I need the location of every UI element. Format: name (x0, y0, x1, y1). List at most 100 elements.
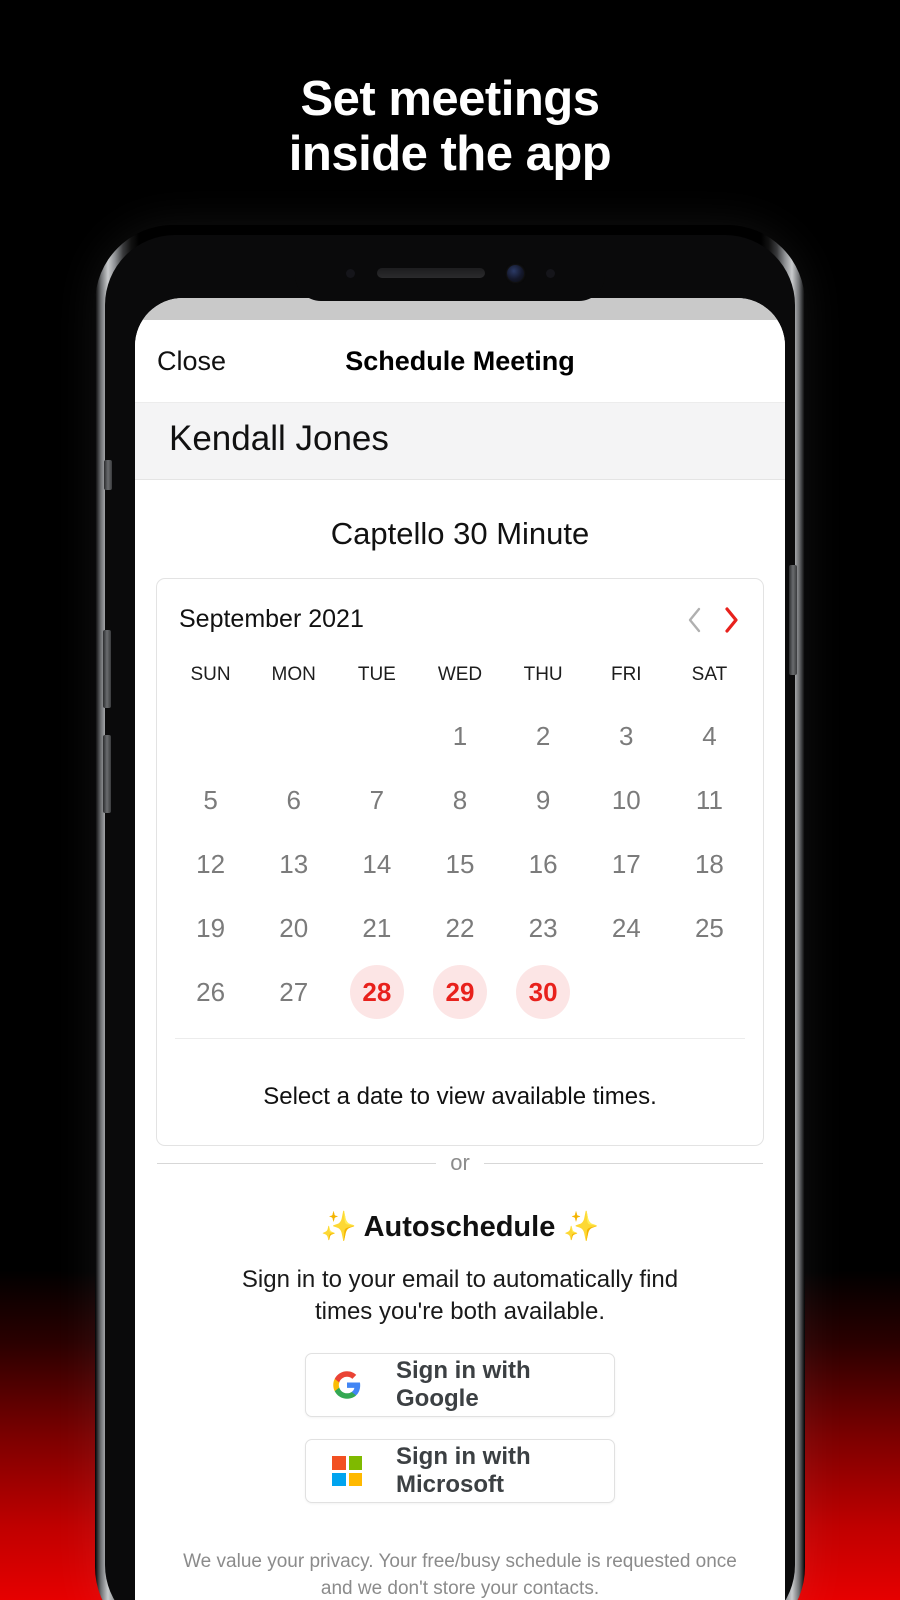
chevron-right-icon[interactable] (724, 606, 739, 633)
calendar-day-number: 4 (702, 720, 717, 751)
autoschedule-description: Sign in to your email to automatically f… (135, 1264, 785, 1327)
privacy-notice: We value your privacy. Your free/busy sc… (135, 1525, 785, 1600)
calendar-nav-controls (687, 606, 739, 633)
calendar-day-number: 29 (432, 965, 487, 1019)
autoschedule-description-line-1: Sign in to your email to automatically f… (241, 1266, 679, 1293)
calendar-day-number: 24 (611, 912, 641, 943)
calendar-day-blank (252, 704, 335, 768)
privacy-notice-line-1: We value your privacy. Your free/busy sc… (183, 1551, 737, 1573)
calendar-day-disabled: 20 (252, 896, 335, 960)
calendar-day-disabled: 17 (585, 832, 668, 896)
calendar-card: September 2021 SUN MON TUE WED THU FRI SAT 1 2 3 4… (156, 578, 764, 1146)
or-divider-line-right (483, 1162, 763, 1164)
calendar-day-disabled: 3 (585, 704, 668, 768)
chevron-left-icon[interactable] (687, 607, 702, 633)
calendar-day-blank (169, 704, 252, 768)
calendar-day-number: 21 (362, 912, 392, 943)
weekday-header: TUE (357, 664, 396, 685)
event-title: Captello 30 Minute (330, 516, 590, 551)
calendar-day-number: 18 (694, 848, 724, 879)
calendar-day-number: 20 (279, 912, 309, 943)
or-divider: or (135, 1150, 785, 1176)
phone-notch (295, 245, 605, 301)
calendar-day-disabled: 6 (252, 768, 335, 832)
autoschedule-title: ✨ Autoschedule ✨ (320, 1211, 600, 1243)
attendee-name: Kendall Jones (169, 419, 389, 458)
calendar-day-disabled: 7 (335, 768, 418, 832)
calendar-day-number: 9 (535, 784, 551, 815)
calendar-header: September 2021 (157, 605, 763, 634)
calendar-day-number: 30 (516, 965, 571, 1019)
calendar-day-disabled: 15 (418, 832, 501, 896)
calendar-day-available[interactable]: 30 (502, 960, 585, 1024)
calendar-day-disabled: 18 (668, 832, 751, 896)
calendar-day-disabled: 2 (502, 704, 585, 768)
close-button[interactable]: Close (157, 346, 226, 377)
calendar-day-number: 17 (611, 848, 641, 879)
weekday-header: SAT (691, 664, 728, 685)
calendar-day-disabled: 23 (502, 896, 585, 960)
hero-headline: Set meetings inside the app (0, 72, 900, 182)
calendar-day-number: 10 (611, 784, 641, 815)
calendar-day-number: 13 (279, 848, 309, 879)
calendar-grid: SUN MON TUE WED THU FRI SAT 1 2 3 4 5 6 7 8 9 10 11 12 13 14… (157, 634, 763, 1024)
phone-bezel: Close Schedule Meeting Kendall Jones Cap… (103, 235, 797, 1600)
calendar-day-disabled: 19 (169, 896, 252, 960)
mute-switch[interactable] (104, 460, 112, 490)
page-title: Schedule Meeting (345, 345, 575, 376)
calendar-day-disabled: 11 (668, 768, 751, 832)
calendar-day-number: 2 (535, 720, 551, 751)
sign-in-with-microsoft-button[interactable]: Sign in with Microsoft (305, 1439, 615, 1504)
calendar-day-disabled: 26 (169, 960, 252, 1024)
hero-line-2: inside the app (288, 126, 612, 181)
calendar-day-number: 11 (695, 784, 723, 815)
calendar-day-disabled: 4 (668, 704, 751, 768)
front-camera-icon (506, 264, 524, 282)
volume-down-button[interactable] (103, 735, 111, 813)
calendar-day-number: 28 (349, 965, 404, 1019)
calendar-hint-text: Select a date to view available times. (263, 1083, 657, 1110)
calendar-day-disabled: 8 (418, 768, 501, 832)
calendar-day-disabled: 9 (502, 768, 585, 832)
google-logo-icon (332, 1370, 362, 1400)
calendar-day-available[interactable]: 28 (335, 960, 418, 1024)
calendar-day-disabled: 25 (668, 896, 751, 960)
power-button[interactable] (789, 565, 797, 675)
sign-in-with-microsoft-label: Sign in with Microsoft (396, 1443, 531, 1499)
calendar-day-number: 16 (528, 848, 558, 879)
calendar-day-number: 26 (196, 976, 226, 1007)
weekday-header: THU (523, 664, 563, 685)
calendar-day-disabled: 13 (252, 832, 335, 896)
sign-in-with-google-button[interactable]: Sign in with Google (305, 1353, 615, 1418)
calendar-day-number: 27 (279, 976, 309, 1007)
volume-up-button[interactable] (103, 630, 111, 708)
or-divider-line-left (157, 1162, 437, 1164)
calendar-day-disabled: 1 (418, 704, 501, 768)
status-bar (135, 298, 785, 320)
phone-mockup: Close Schedule Meeting Kendall Jones Cap… (95, 225, 805, 1600)
calendar-day-number: 1 (452, 720, 468, 751)
calendar-day-disabled: 16 (502, 832, 585, 896)
calendar-day-number: 25 (694, 912, 724, 943)
weekday-header: FRI (610, 664, 642, 685)
privacy-notice-line-2: and we don't store your contacts. (320, 1577, 600, 1599)
phone-screen: Close Schedule Meeting Kendall Jones Cap… (135, 298, 785, 1600)
calendar-day-available[interactable]: 29 (418, 960, 501, 1024)
calendar-day-blank (335, 704, 418, 768)
or-divider-label: or (450, 1150, 470, 1175)
calendar-day-number: 3 (619, 720, 634, 751)
ambient-sensor-icon (545, 268, 555, 278)
attendee-band: Kendall Jones (135, 402, 785, 480)
weekday-header: WED (437, 664, 483, 685)
weekday-header: MON (271, 664, 316, 685)
sign-in-with-google-label: Sign in with Google (396, 1357, 531, 1413)
calendar-day-disabled: 27 (252, 960, 335, 1024)
calendar-day-number: 8 (452, 784, 468, 815)
calendar-day-number: 22 (445, 912, 475, 943)
weekday-header: SUN (190, 664, 231, 685)
calendar-day-number: 6 (286, 784, 301, 815)
calendar-day-number: 14 (362, 848, 392, 879)
calendar-day-number: 5 (203, 784, 218, 815)
calendar-day-number: 15 (445, 848, 475, 879)
calendar-day-number: 19 (196, 912, 226, 943)
